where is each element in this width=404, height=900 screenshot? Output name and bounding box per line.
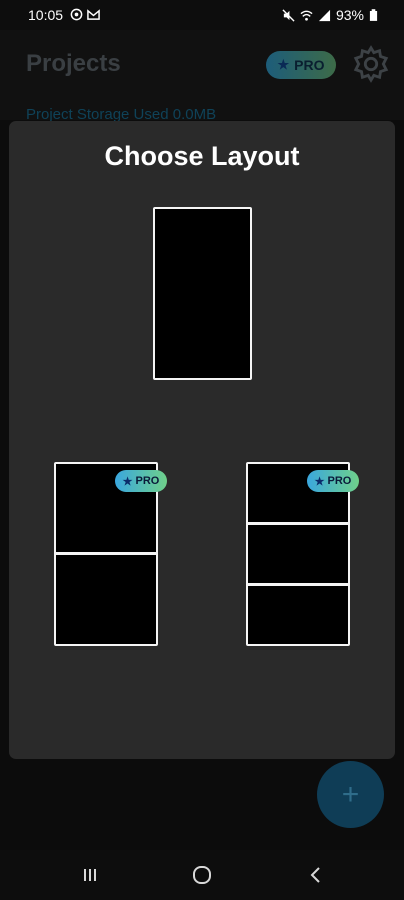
choose-layout-dialog: Choose Layout ★ PRO ★ PRO (9, 121, 395, 759)
app-header: Projects ★ PRO Project Storage Used 0.0M… (0, 30, 404, 123)
battery-percent: 93% (335, 7, 364, 23)
add-project-button[interactable]: + (317, 761, 384, 828)
status-bar: 10:05 93% (0, 0, 404, 30)
back-icon (310, 867, 320, 883)
system-nav-bar (0, 850, 404, 900)
mute-icon (282, 8, 295, 22)
star-icon: ★ (277, 57, 290, 72)
gear-icon[interactable] (352, 45, 390, 83)
pro-label: PRO (135, 475, 160, 487)
pro-label: PRO (294, 57, 325, 73)
panel-divider (248, 522, 348, 525)
star-icon: ★ (314, 475, 325, 488)
dialog-title: Choose Layout (104, 141, 300, 171)
signal-icon (318, 9, 331, 21)
home-button[interactable] (188, 862, 216, 888)
plus-icon: + (341, 777, 360, 811)
wifi-icon (300, 10, 313, 21)
home-icon (193, 866, 211, 884)
star-icon: ★ (122, 475, 133, 488)
battery-icon (369, 8, 378, 21)
back-button[interactable] (302, 862, 330, 888)
recents-button[interactable] (76, 862, 104, 888)
pro-upgrade-button[interactable]: ★ PRO (266, 51, 336, 79)
mail-icon (87, 9, 100, 20)
status-time: 10:05 (28, 7, 64, 23)
pro-tag-three-panel: ★ PRO (307, 470, 359, 492)
panel-divider (248, 583, 348, 586)
layout-option-single[interactable] (153, 207, 252, 380)
pro-label: PRO (327, 475, 352, 487)
target-icon (70, 8, 83, 21)
page-title: Projects (26, 50, 121, 77)
pro-tag-two-panel: ★ PRO (115, 470, 167, 492)
panel-divider (56, 552, 156, 555)
recents-icon (84, 869, 96, 881)
